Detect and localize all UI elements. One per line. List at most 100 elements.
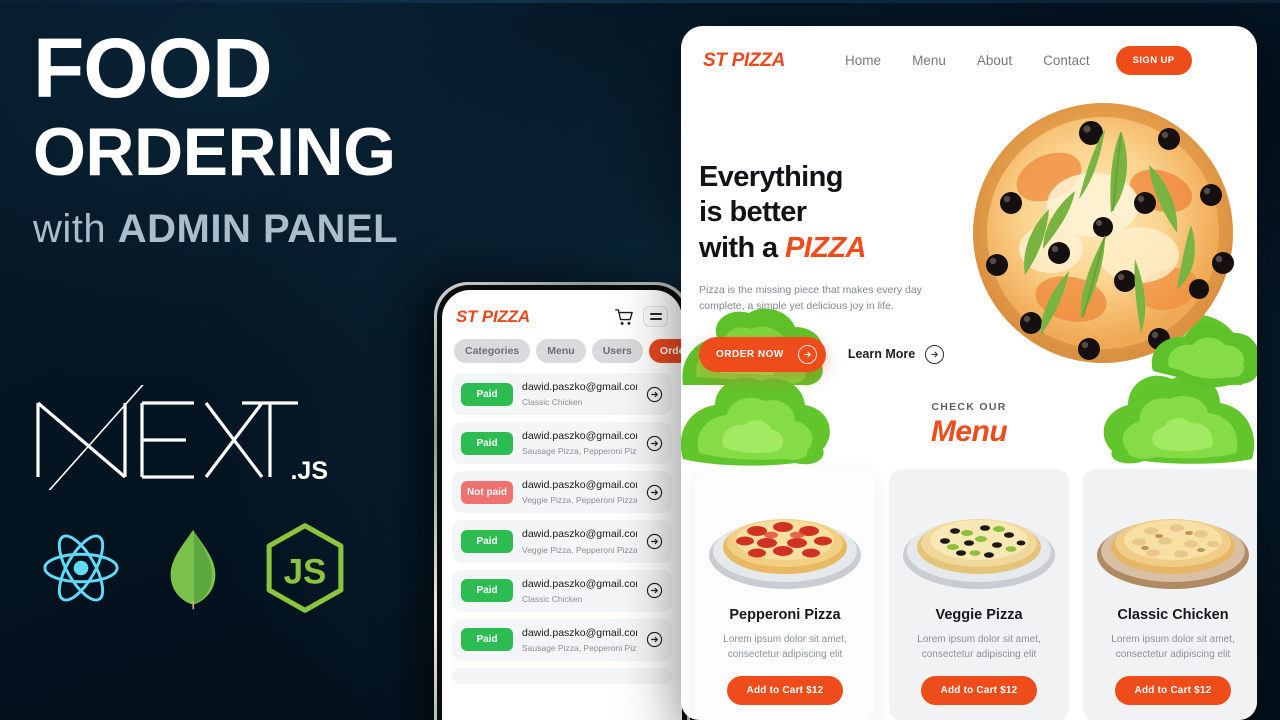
phone-screen: ST PIZZA Categories Menu Users Orders Pa… bbox=[442, 290, 682, 720]
arrow-right-circle-icon[interactable] bbox=[646, 582, 663, 599]
order-email: dawid.paszko@gmail.com bbox=[522, 381, 637, 393]
order-row[interactable]: Paid dawid.paszko@gmail.com Classic Chic… bbox=[452, 373, 672, 416]
nav-link-contact[interactable]: Contact bbox=[1043, 53, 1090, 68]
order-row-partial[interactable] bbox=[452, 667, 672, 684]
phone-tab-categories[interactable]: Categories bbox=[454, 339, 531, 363]
hero-pizza-image bbox=[953, 85, 1257, 388]
phone-app-header: ST PIZZA bbox=[442, 290, 682, 327]
status-badge: Paid bbox=[461, 382, 513, 406]
product-card-veggie[interactable]: Veggie Pizza Lorem ipsum dolor sit amet,… bbox=[889, 469, 1069, 720]
nodejs-icon: JS bbox=[262, 523, 348, 613]
phone-bezel: ST PIZZA Categories Menu Users Orders Pa… bbox=[437, 285, 687, 720]
nav-link-menu[interactable]: Menu bbox=[912, 53, 946, 68]
top-edge-highlight bbox=[0, 0, 1280, 3]
learn-more-label: Learn More bbox=[847, 347, 916, 362]
order-items: Sausage Pizza, Pepperoni Pizza bbox=[522, 642, 637, 653]
product-card-grid: Pepperoni Pizza Lorem ipsum dolor sit am… bbox=[681, 469, 1257, 720]
menu-title: Menu bbox=[930, 415, 1008, 448]
order-items: Classic Chicken bbox=[522, 397, 583, 408]
product-image-veggie bbox=[899, 479, 1059, 601]
promo-headline-block: FOOD ORDERING with ADMIN PANEL bbox=[33, 21, 633, 252]
phone-tab-users[interactable]: Users bbox=[591, 339, 643, 363]
menu-section-heading: CHECK OUR Menu bbox=[681, 374, 1257, 469]
headline-line-1: FOOD bbox=[33, 21, 273, 115]
hero-title-line-2: is better bbox=[699, 196, 807, 229]
status-badge: Paid bbox=[461, 529, 513, 553]
product-description: Lorem ipsum dolor sit amet, consectetur … bbox=[1111, 634, 1235, 660]
phone-logo: ST PIZZA bbox=[456, 306, 530, 326]
order-info: dawid.paszko@gmail.com Classic Chicken bbox=[522, 578, 637, 604]
product-image-pepperoni bbox=[705, 479, 865, 601]
hero-title: Everything is better with a PIZZA bbox=[699, 160, 967, 266]
arrow-right-circle-icon[interactable] bbox=[646, 386, 663, 403]
product-description: Lorem ipsum dolor sit amet, consectetur … bbox=[917, 634, 1041, 660]
arrow-right-circle-icon[interactable] bbox=[646, 631, 663, 648]
mongodb-icon bbox=[150, 525, 236, 611]
nextjs-logo: .JS bbox=[30, 378, 328, 504]
order-email: dawid.paszko@gmail.com bbox=[522, 479, 637, 492]
hero-copy: Everything is better with a PIZZA Pizza … bbox=[699, 160, 967, 372]
status-badge: Paid bbox=[461, 628, 513, 652]
phone-tab-menu[interactable]: Menu bbox=[536, 339, 586, 363]
order-row[interactable]: Paid dawid.paszko@gmail.com Veggie Pizza… bbox=[452, 520, 672, 563]
add-to-cart-button[interactable]: Add to Cart $12 bbox=[920, 676, 1038, 705]
nav-link-about[interactable]: About bbox=[977, 53, 1012, 68]
order-row[interactable]: Paid dawid.paszko@gmail.com Sausage Pizz… bbox=[452, 618, 672, 661]
hero-subtitle: Pizza is the missing piece that makes ev… bbox=[699, 284, 922, 313]
product-name: Veggie Pizza bbox=[935, 607, 1023, 623]
arrow-right-circle-icon[interactable] bbox=[646, 484, 663, 501]
phone-admin-tabs: Categories Menu Users Orders bbox=[442, 327, 682, 373]
order-items: Classic Chicken bbox=[522, 593, 583, 604]
signup-button[interactable]: SIGN UP bbox=[1115, 46, 1192, 75]
pepperoni-pizza-icon bbox=[709, 519, 861, 589]
status-badge: Paid bbox=[461, 431, 513, 455]
site-logo[interactable]: ST PIZZA bbox=[703, 50, 785, 72]
order-items: Veggie Pizza, Pepperoni Pizza bbox=[522, 495, 637, 506]
phone-header-icons bbox=[615, 306, 668, 327]
headline-line-2: ORDERING bbox=[33, 114, 396, 191]
website-mockup: ST PIZZA Home Menu About Contact SIGN UP… bbox=[681, 26, 1257, 720]
order-info: dawid.paszko@gmail.com Classic Chicken bbox=[522, 381, 637, 407]
order-row[interactable]: Paid dawid.paszko@gmail.com Sausage Pizz… bbox=[452, 422, 672, 465]
order-email: dawid.paszko@gmail.com bbox=[522, 528, 637, 541]
nav-link-home[interactable]: Home bbox=[845, 53, 881, 68]
order-info: dawid.paszko@gmail.com Veggie Pizza, Pep… bbox=[522, 479, 637, 505]
arrow-right-circle-icon[interactable] bbox=[646, 533, 663, 550]
headline-line-3-main: ADMIN PANEL bbox=[117, 206, 399, 251]
order-row[interactable]: Not paid dawid.paszko@gmail.com Veggie P… bbox=[452, 471, 672, 514]
site-navbar: ST PIZZA Home Menu About Contact SIGN UP bbox=[681, 26, 1257, 75]
product-card-classic-chicken[interactable]: Classic Chicken Lorem ipsum dolor sit am… bbox=[1083, 469, 1257, 720]
product-image-classic-chicken bbox=[1093, 479, 1253, 601]
phone-tab-orders[interactable]: Orders bbox=[648, 339, 682, 363]
order-items: Sausage Pizza, Pepperoni Pizza bbox=[522, 446, 637, 457]
svg-text:JS: JS bbox=[284, 553, 327, 592]
arrow-right-icon bbox=[797, 344, 817, 364]
veggie-pizza-icon bbox=[903, 519, 1055, 589]
nextjs-wordmark-icon bbox=[36, 378, 298, 504]
cart-icon[interactable] bbox=[615, 308, 634, 326]
nextjs-suffix-label: .JS bbox=[290, 457, 328, 485]
product-name: Classic Chicken bbox=[1117, 607, 1229, 623]
phone-mockup: ST PIZZA Categories Menu Users Orders Pa… bbox=[434, 282, 690, 720]
order-email: dawid.paszko@gmail.com bbox=[522, 577, 637, 590]
classic-chicken-pizza-icon bbox=[1097, 519, 1249, 589]
arrow-right-circle-icon[interactable] bbox=[646, 435, 663, 452]
add-to-cart-button[interactable]: Add to Cart $12 bbox=[1114, 676, 1232, 705]
headline-line-3: with ADMIN PANEL bbox=[33, 207, 633, 252]
hamburger-menu-icon[interactable] bbox=[643, 306, 668, 327]
orders-list: Paid dawid.paszko@gmail.com Classic Chic… bbox=[442, 373, 682, 684]
status-badge: Paid bbox=[461, 579, 513, 603]
status-badge: Not paid bbox=[461, 480, 513, 504]
order-email: dawid.paszko@gmail.com bbox=[522, 626, 637, 639]
order-info: dawid.paszko@gmail.com Veggie Pizza, Pep… bbox=[522, 528, 637, 554]
product-card-pepperoni[interactable]: Pepperoni Pizza Lorem ipsum dolor sit am… bbox=[695, 469, 875, 720]
order-now-label: ORDER NOW bbox=[716, 348, 784, 360]
hero-section: Everything is better with a PIZZA Pizza … bbox=[681, 75, 1257, 388]
hero-cta-group: ORDER NOW Learn More bbox=[699, 336, 967, 372]
order-now-button[interactable]: ORDER NOW bbox=[699, 336, 826, 372]
product-description: Lorem ipsum dolor sit amet, consectetur … bbox=[723, 634, 847, 660]
learn-more-button[interactable]: Learn More bbox=[847, 344, 945, 364]
order-row[interactable]: Paid dawid.paszko@gmail.com Classic Chic… bbox=[452, 569, 672, 612]
add-to-cart-button[interactable]: Add to Cart $12 bbox=[726, 676, 844, 705]
menu-eyebrow: CHECK OUR bbox=[931, 401, 1007, 413]
